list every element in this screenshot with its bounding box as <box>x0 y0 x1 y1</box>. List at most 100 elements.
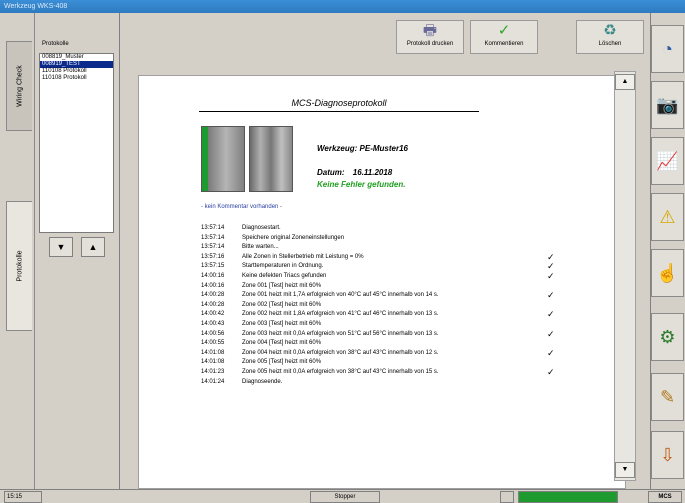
status-bar: 15:15 Stopper MCS <box>0 489 685 503</box>
log-message: Speichere original Zoneneinstellungen <box>242 234 345 241</box>
title-divider <box>199 111 479 112</box>
check-icon: ✓ <box>547 270 555 281</box>
log-time: 14:01:08 <box>201 359 225 366</box>
log-time: 13:57:16 <box>201 253 225 260</box>
list-item[interactable]: 008819_Muster <box>40 54 113 61</box>
log-time: 14:01:08 <box>201 349 225 356</box>
log-row: 14:00:55 Zone 004 [Test] heizt mit 60% <box>201 339 601 349</box>
log-message: Zone 005 [Test] heizt mit 60% <box>242 359 322 366</box>
comment-text: - kein Kommentar vorhanden - <box>201 204 283 210</box>
hand-icon[interactable]: ☝ <box>651 249 684 297</box>
werkzeug-line: Werkzeug: PE-Muster16 <box>317 144 408 153</box>
tab-wiring-check[interactable]: Wiring Check <box>6 41 32 131</box>
list-item[interactable]: 110108 Protokoll <box>40 75 113 82</box>
scroll-up-button[interactable]: ▲ <box>615 74 635 90</box>
export-icon[interactable]: ⇩ <box>651 431 684 479</box>
check-icon: ✓ <box>547 290 555 301</box>
vertical-scrollbar[interactable]: ▲ ▼ <box>614 71 636 481</box>
status-field <box>500 491 514 503</box>
log-row: 14:01:08 Zone 004 heizt mit 0,0A erfolgre… <box>201 347 601 359</box>
log-row: 13:57:16 Alle Zonen in Stellerbetrieb mit… <box>201 252 601 263</box>
tools-icon[interactable]: ⚙ <box>651 313 684 361</box>
tab-wiring-check-label: Wiring Check <box>16 65 23 107</box>
check-icon: ✓ <box>547 347 555 358</box>
log-time: 13:57:14 <box>201 244 225 251</box>
log-time: 14:00:28 <box>201 292 225 299</box>
check-icon: ✓ <box>547 366 555 377</box>
log-row: 14:00:16 Zone 001 [Test] heizt mit 60% <box>201 282 601 292</box>
list-item-selected[interactable]: 008919_TEST <box>40 61 113 68</box>
werkzeug-value: PE-Muster16 <box>359 144 409 153</box>
log-time: 14:00:16 <box>201 272 225 279</box>
log-time: 14:00:55 <box>201 340 225 347</box>
status-time: 15:15 <box>4 491 42 503</box>
log-row: 13:57:15 Starttemperaturen in Ordnung. ✓ <box>201 262 601 272</box>
log-message: Bitte warten... <box>242 244 279 251</box>
right-toolbar: ◔ 📷 📈 ⚠ ☝ ⚙ ✎ ⇩ <box>650 13 685 489</box>
log-message: Zone 004 heizt mit 0,0A erfolgreich von … <box>242 349 439 356</box>
result-text: Keine Fehler gefunden. <box>317 180 406 189</box>
log-row: 14:00:28 Zone 002 [Test] heizt mit 60% <box>201 301 601 311</box>
log-time: 14:01:23 <box>201 368 225 375</box>
delete-label: Löschen <box>598 41 622 47</box>
list-item[interactable]: 110108 Protokoll <box>40 68 113 75</box>
tab-protokolle[interactable]: Protokolle <box>6 201 32 331</box>
protocol-list[interactable]: 008819_Muster 008919_TEST 110108 Protoko… <box>39 53 114 233</box>
protocol-list-label: Protokolle <box>42 41 69 47</box>
log-time: 13:57:15 <box>201 263 225 270</box>
window-title: Werkzeug WKS-408 <box>0 0 685 13</box>
warning-icon[interactable]: ⚠ <box>651 193 684 241</box>
log-time: 14:01:24 <box>201 378 225 385</box>
log-row: 14:00:43 Zone 003 [Test] heizt mit 60% <box>201 320 601 330</box>
datum-label: Datum: <box>317 168 345 177</box>
log-row: 14:00:56 Zone 003 heizt mit 0,0A erfolgre… <box>201 328 601 340</box>
log-row: 13:57:14 Speichere original Zoneneinstell… <box>201 234 601 244</box>
check-icon: ✓ <box>547 328 555 339</box>
log-row: 14:00:16 Keine defekten Triacs gefunden ✓ <box>201 270 601 282</box>
log-time: 14:00:28 <box>201 301 225 308</box>
log-message: Zone 002 [Test] heizt mit 60% <box>242 301 322 308</box>
recycle-icon: ♻ <box>603 22 617 39</box>
print-protocol-button[interactable]: 🖶 Protokoll drucken <box>396 20 464 54</box>
log-time: 13:57:14 <box>201 225 225 231</box>
gauge-icon[interactable]: ◔ <box>651 25 684 73</box>
status-indicator <box>518 491 618 503</box>
document-title: MCS-Diagnoseprotokoll <box>291 98 387 108</box>
diagnosis-log: 13:57:14 Diagnosestart. 13:57:14 Speichere … <box>201 224 601 387</box>
log-time: 14:00:43 <box>201 320 225 327</box>
protocol-document: MCS-Diagnoseprotokoll Werkzeug: PE-Muste… <box>138 75 626 489</box>
log-message: Zone 003 heizt mit 0,0A erfolgreich von … <box>242 330 439 337</box>
check-icon: ✓ <box>547 309 555 320</box>
printer-icon: 🖶 <box>422 22 438 39</box>
datum-line: Datum: 16.11.2018 <box>317 168 392 177</box>
log-message: Keine defekten Triacs gefunden <box>242 272 327 279</box>
comment-button[interactable]: ✓ Kommentieren <box>470 20 538 54</box>
chart-icon[interactable]: 📈 <box>651 137 684 185</box>
log-time: 14:00:42 <box>201 311 225 318</box>
log-message: Zone 003 [Test] heizt mit 60% <box>242 320 322 327</box>
log-row: 14:01:23 Zone 005 heizt mit 0,0A erfolgre… <box>201 366 601 378</box>
log-message: Zone 002 heizt mit 1,8A erfolgreich von … <box>242 311 439 318</box>
protocol-panel: Protokolle 008819_Muster 008919_TEST 110… <box>35 13 120 489</box>
log-message: Zone 005 heizt mit 0,0A erfolgreich von … <box>242 368 439 375</box>
move-up-button[interactable]: ▲ <box>81 237 105 257</box>
move-down-button[interactable]: ▼ <box>49 237 73 257</box>
tool-photo <box>249 126 293 192</box>
print-protocol-label: Protokoll drucken <box>406 41 454 47</box>
scroll-down-button[interactable]: ▼ <box>615 462 635 478</box>
brand-logo: MCS <box>648 491 682 503</box>
log-row: 14:01:24 Diagnoseende. <box>201 378 601 388</box>
log-time: 13:57:14 <box>201 234 225 241</box>
camera-icon[interactable]: 📷 <box>651 81 684 129</box>
tab-protokolle-label: Protokolle <box>16 250 23 282</box>
log-time: 14:00:56 <box>201 330 225 337</box>
log-message: Zone 001 heizt mit 1,7A erfolgreich von … <box>242 292 439 299</box>
delete-button[interactable]: ♻ Löschen <box>576 20 644 54</box>
log-row: 13:57:14 Bitte warten... <box>201 243 601 253</box>
log-row: 13:57:14 Diagnosestart. <box>201 224 601 234</box>
checkmark-icon: ✓ <box>497 22 511 39</box>
log-message: Zone 004 [Test] heizt mit 60% <box>242 340 322 347</box>
status-mode[interactable]: Stopper <box>310 491 380 503</box>
log-message: Starttemperaturen in Ordnung. <box>242 263 324 270</box>
edit-icon[interactable]: ✎ <box>651 373 684 421</box>
